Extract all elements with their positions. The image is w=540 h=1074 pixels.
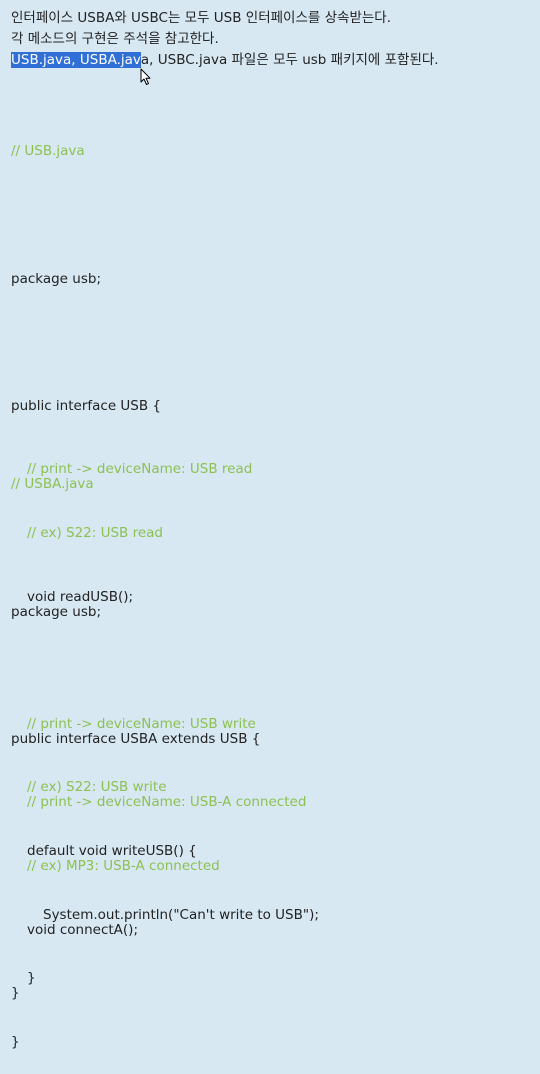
intro-text: 인터페이스 USBA와 USBC는 모두 USB 인터페이스를 상속받는다. 각… [11,8,439,71]
closing-brace: } [11,985,20,1002]
file-header-comment: // USB.java [11,143,85,160]
package-declaration: package usb; [11,603,101,620]
interface-declaration: public interface USBA extends USB { [11,730,261,747]
code-comment: // ex) MP3: USB-A connected [27,857,220,874]
intro-line-1: 인터페이스 USBA와 USBC는 모두 USB 인터페이스를 상속받는다. [11,10,391,26]
intro-line-3: USB.java, USBA.java, USBC.java 파일은 모두 us… [11,50,439,71]
code-comment: // print -> deviceName: USB-A connected [27,794,307,811]
code-block-usba: // USBA.java package usb; public interfa… [11,432,306,1026]
intro-line-2: 각 메소드의 구현은 주석을 참고한다. [11,31,219,47]
selected-text[interactable]: USB.java, USBA.jav [11,52,141,68]
file-header-comment: // USBA.java [11,476,94,493]
interface-declaration: public interface USB { [11,397,162,414]
mouse-cursor-icon [140,68,151,85]
package-declaration: package usb; [11,270,101,287]
closing-brace: } [11,1033,20,1050]
intro-line-3-rest: a, USBC.java 파일은 모두 usb 패키지에 포함된다. [140,52,439,68]
method-declaration: void connectA(); [27,921,138,938]
